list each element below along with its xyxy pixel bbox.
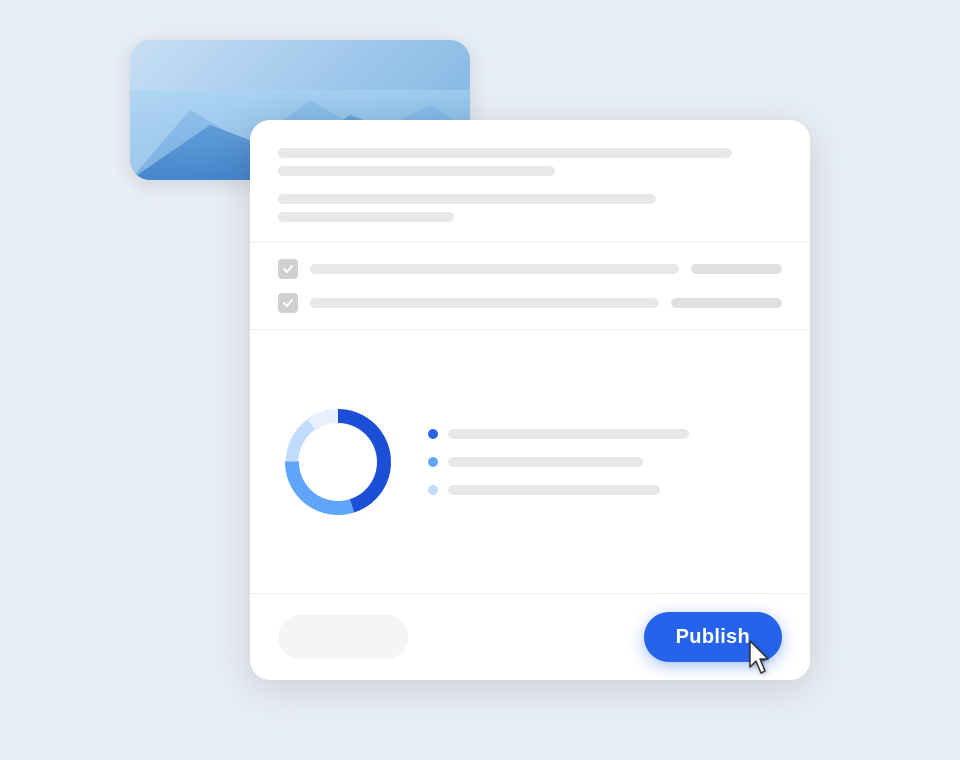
skeleton-line <box>278 212 454 222</box>
line-group-2 <box>278 194 782 222</box>
checkbox-line-1 <box>310 264 679 274</box>
chart-section <box>250 330 810 594</box>
checkbox-tag-1 <box>691 264 782 274</box>
legend-dot-3 <box>428 485 438 495</box>
donut-chart <box>278 402 398 522</box>
skeleton-line <box>278 166 555 176</box>
legend-label-2 <box>448 457 643 467</box>
legend-label-1 <box>448 429 689 439</box>
checkbox-tag-2 <box>671 298 782 308</box>
scene: Publish <box>130 40 830 720</box>
checkbox-2[interactable] <box>278 293 298 313</box>
checkbox-row-1 <box>278 259 782 279</box>
footer-section: Publish <box>250 594 810 680</box>
top-lines-section <box>250 120 810 243</box>
chart-legend <box>428 429 782 495</box>
legend-item-3 <box>428 485 782 495</box>
secondary-button[interactable] <box>278 615 408 659</box>
legend-item-1 <box>428 429 782 439</box>
cursor-pointer-icon <box>746 639 778 682</box>
legend-item-2 <box>428 457 782 467</box>
checkbox-row-2 <box>278 293 782 313</box>
checkbox-line-2 <box>310 298 659 308</box>
checkbox-1[interactable] <box>278 259 298 279</box>
main-panel: Publish <box>250 120 810 680</box>
skeleton-line <box>278 148 732 158</box>
skeleton-line <box>278 194 656 204</box>
legend-dot-1 <box>428 429 438 439</box>
legend-label-3 <box>448 485 660 495</box>
checkbox-section <box>250 243 810 330</box>
legend-dot-2 <box>428 457 438 467</box>
line-group-1 <box>278 148 782 176</box>
